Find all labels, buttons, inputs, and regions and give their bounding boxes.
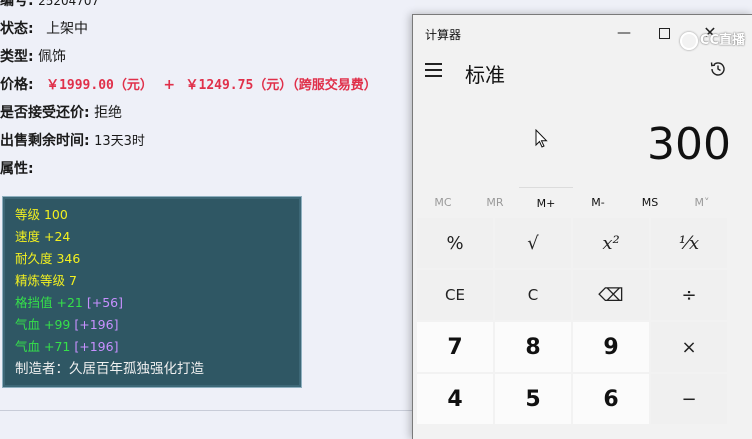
- type-row: 类型: 佩饰: [0, 48, 66, 66]
- price-fee: ￥1249.75（元）（跨服交易费）: [185, 78, 377, 93]
- digit-7-button[interactable]: 7: [417, 322, 493, 372]
- maximize-icon[interactable]: [649, 21, 679, 45]
- divide-button[interactable]: ÷: [651, 270, 727, 320]
- remaining-time-label: 出售剩余时间:: [0, 133, 90, 149]
- bargain-row: 是否接受还价: 拒绝: [0, 104, 122, 122]
- memory-list-button[interactable]: M˅: [675, 187, 729, 219]
- remaining-time-row: 出售剩余时间: 13天3时: [0, 132, 145, 151]
- attr-refine-level: 精炼等级 7: [15, 273, 77, 288]
- memory-recall-button[interactable]: MR: [468, 187, 522, 219]
- subtract-button[interactable]: −: [651, 374, 727, 424]
- calculator-titlebar[interactable]: 计算器 — ✕ CC直播: [413, 15, 752, 50]
- reciprocal-button[interactable]: ¹⁄x: [651, 218, 727, 268]
- watermark-text: CC直播: [699, 33, 745, 48]
- bonus-attr-value: +71: [44, 339, 71, 354]
- memory-subtract-button[interactable]: M-: [571, 187, 625, 219]
- hamburger-icon[interactable]: [425, 63, 443, 77]
- digit-6-button[interactable]: 6: [573, 374, 649, 424]
- maker-line: 制造者：久居百年孤独强化打造: [15, 361, 204, 377]
- memory-clear-button[interactable]: MC: [416, 187, 470, 219]
- attributes-label: 属性:: [0, 161, 34, 177]
- bargain-value: 拒绝: [94, 105, 123, 121]
- price-label: 价格:: [0, 77, 34, 93]
- mouse-cursor-icon: [535, 128, 549, 153]
- watermark-logo: CC直播: [679, 29, 745, 50]
- status-label: 状态:: [0, 21, 34, 37]
- bonus-attr-name: 气血: [15, 339, 41, 354]
- status-value: 上架中: [46, 21, 89, 37]
- clear-button[interactable]: C: [495, 270, 571, 320]
- clear-entry-button[interactable]: CE: [417, 270, 493, 320]
- watermark-icon: [679, 31, 698, 50]
- listing-id-row: 编号: 25204707: [0, 0, 99, 10]
- bonus-attr-block: 格挡值 +21 [+56]: [15, 295, 123, 311]
- digit-5-button[interactable]: 5: [495, 374, 571, 424]
- bargain-label: 是否接受还价:: [0, 105, 90, 121]
- remaining-time-value: 13天3时: [94, 134, 145, 149]
- listing-page: 编号: 25204707 状态: 上架中 类型: 佩饰 价格: ￥1999.00…: [0, 0, 415, 438]
- digit-4-button[interactable]: 4: [417, 374, 493, 424]
- minimize-icon[interactable]: —: [609, 21, 639, 45]
- sqrt-button[interactable]: √: [495, 218, 571, 268]
- square-button[interactable]: x²: [573, 218, 649, 268]
- mode-title: 标准: [465, 63, 505, 87]
- history-icon[interactable]: [709, 60, 727, 78]
- window-title: 计算器: [425, 28, 462, 42]
- attr-level: 等级 100: [15, 207, 68, 222]
- type-value: 佩饰: [38, 49, 67, 65]
- memory-add-button[interactable]: M+: [519, 187, 573, 220]
- memory-row: MC MR M+ M- MS M˅: [413, 187, 752, 219]
- status-row: 状态: 上架中: [0, 20, 88, 38]
- listing-id-label: 编号:: [0, 0, 34, 9]
- bonus-attr-extra: [+196]: [74, 339, 119, 354]
- multiply-button[interactable]: ×: [651, 322, 727, 372]
- attr-speed: 速度 +24: [15, 229, 71, 244]
- attribute-panel: 等级 100 速度 +24 耐久度 346 精炼等级 7 格挡值 +21 [+5…: [2, 196, 302, 388]
- digit-8-button[interactable]: 8: [495, 322, 571, 372]
- type-label: 类型:: [0, 49, 34, 65]
- bonus-attr-name: 格挡值: [15, 295, 53, 310]
- bonus-attr-value: +21: [56, 295, 83, 310]
- bonus-attr-extra: [+196]: [74, 317, 119, 332]
- bonus-attr-hp-2: 气血 +71 [+196]: [15, 339, 118, 355]
- page-divider: [0, 410, 415, 411]
- price-plus: +: [163, 77, 176, 93]
- attributes-row: 属性:: [0, 160, 34, 178]
- price-main: ￥1999.00（元）: [46, 78, 153, 93]
- calculator-window[interactable]: 计算器 — ✕ CC直播 标准 300 MC MR M+ M- MS M˅ % …: [412, 14, 752, 439]
- bonus-attr-hp-1: 气血 +99 [+196]: [15, 317, 118, 333]
- listing-id-value: 25204707: [38, 0, 100, 8]
- bonus-attr-extra: [+56]: [86, 295, 124, 310]
- price-row: 价格: ￥1999.00（元） + ￥1249.75（元）（跨服交易费）: [0, 76, 377, 95]
- memory-store-button[interactable]: MS: [623, 187, 677, 219]
- percent-button[interactable]: %: [417, 218, 493, 268]
- bonus-attr-value: +99: [44, 317, 71, 332]
- attr-durability: 耐久度 346: [15, 251, 81, 266]
- bonus-attr-name: 气血: [15, 317, 41, 332]
- backspace-button[interactable]: ⌫: [573, 270, 649, 320]
- digit-9-button[interactable]: 9: [573, 322, 649, 372]
- calculator-display: 300: [647, 119, 731, 170]
